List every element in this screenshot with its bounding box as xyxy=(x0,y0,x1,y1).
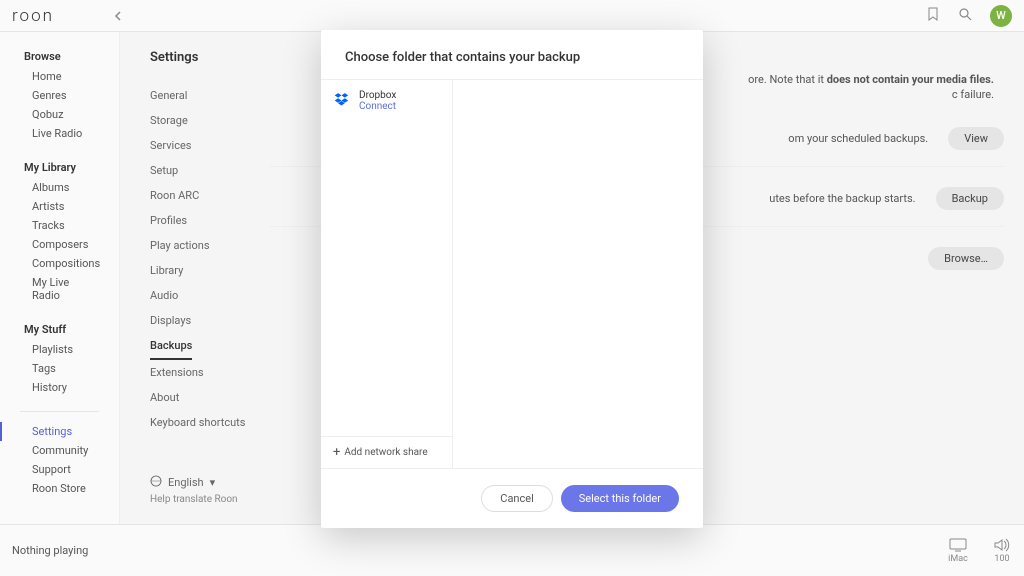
dropbox-connect-link[interactable]: Connect xyxy=(359,101,396,112)
cancel-button[interactable]: Cancel xyxy=(481,485,552,512)
dropbox-icon xyxy=(333,92,351,110)
select-folder-button[interactable]: Select this folder xyxy=(561,485,679,512)
folder-source-list: Dropbox Connect + Add network share xyxy=(321,80,453,468)
modal-title: Choose folder that contains your backup xyxy=(321,30,703,79)
modal-overlay: Choose folder that contains your backup … xyxy=(0,0,1024,576)
add-share-label: Add network share xyxy=(344,447,427,458)
dropbox-source[interactable]: Dropbox Connect xyxy=(321,80,452,122)
folder-chooser-modal: Choose folder that contains your backup … xyxy=(321,30,703,528)
folder-contents xyxy=(453,80,703,468)
dropbox-name: Dropbox xyxy=(359,90,396,101)
add-network-share[interactable]: + Add network share xyxy=(321,436,452,468)
plus-icon: + xyxy=(333,445,340,460)
